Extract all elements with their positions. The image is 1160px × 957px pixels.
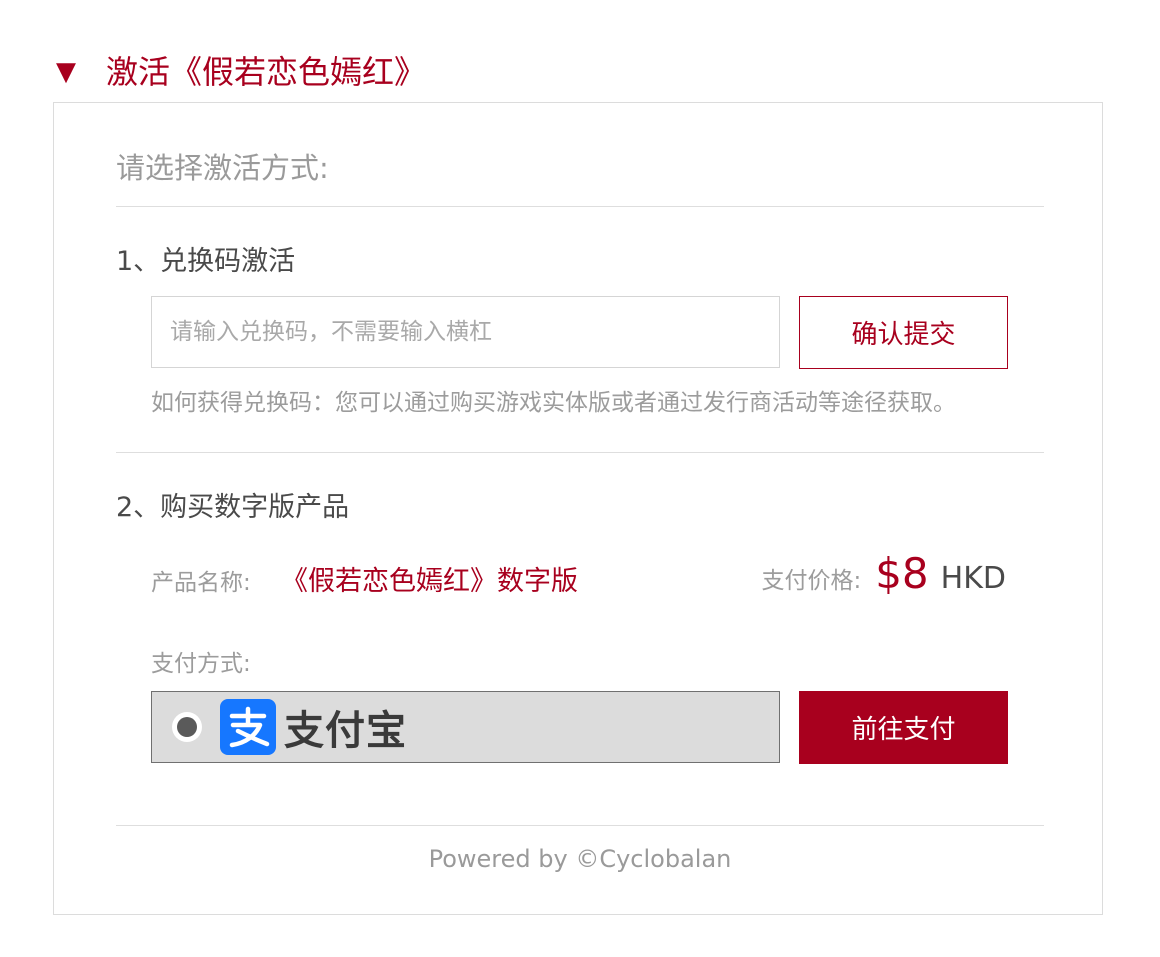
product-name: 《假若恋色嫣红》数字版 — [281, 566, 578, 597]
price-amount: $8 — [875, 549, 929, 598]
divider — [116, 206, 1044, 207]
redeem-code-input[interactable] — [151, 296, 780, 368]
price-display: 支付价格: $8 HKD — [761, 549, 1006, 598]
divider — [116, 825, 1044, 826]
payment-radio[interactable] — [172, 712, 202, 742]
redeem-section-title: 1、兑换码激活 — [116, 246, 296, 277]
purchase-section-title: 2、购买数字版产品 — [116, 492, 350, 523]
page-heading: ▼ 激活《假若恋色嫣红》 — [56, 46, 426, 98]
go-to-payment-button[interactable]: 前往支付 — [799, 691, 1008, 764]
price-label: 支付价格: — [761, 568, 862, 594]
alipay-payment-option[interactable]: 支付宝 — [151, 691, 780, 763]
activation-method-prompt: 请选择激活方式: — [116, 151, 329, 185]
price-currency: HKD — [940, 561, 1006, 596]
triangle-down-icon: ▼ — [56, 57, 76, 87]
payment-method-label: 支付方式: — [151, 651, 251, 677]
activation-panel: 请选择激活方式: 1、兑换码激活 确认提交 如何获得兑换码：您可以通过购买游戏实… — [53, 102, 1103, 915]
activation-page: ▼ 激活《假若恋色嫣红》 请选择激活方式: 1、兑换码激活 确认提交 如何获得兑… — [0, 0, 1160, 957]
redeem-code-hint: 如何获得兑换码：您可以通过购买游戏实体版或者通过发行商活动等途径获取。 — [151, 390, 956, 416]
confirm-submit-button[interactable]: 确认提交 — [799, 296, 1008, 369]
footer-credit: Powered by ©Cyclobalan — [428, 845, 732, 873]
alipay-logo-icon — [220, 699, 276, 755]
alipay-name: 支付宝 — [284, 708, 407, 754]
divider — [116, 452, 1044, 453]
product-name-label: 产品名称: — [151, 570, 251, 596]
radio-selected-dot — [177, 717, 197, 737]
page-title: 激活《假若恋色嫣红》 — [106, 53, 427, 91]
